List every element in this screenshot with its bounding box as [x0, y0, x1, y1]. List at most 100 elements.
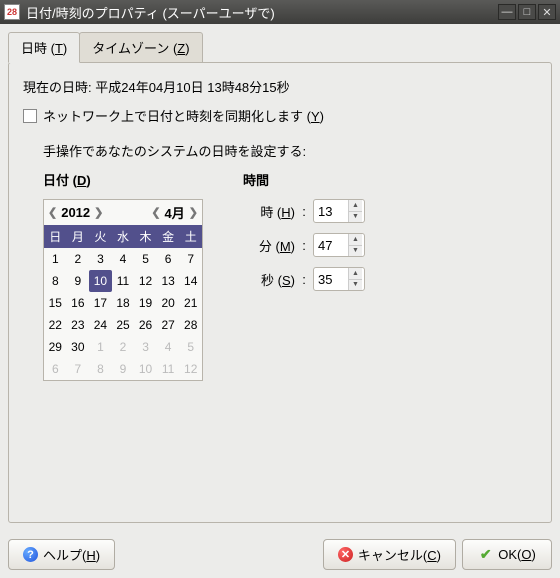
next-month-button[interactable]: ❯ — [187, 206, 200, 219]
date-heading: 日付 (D) — [43, 170, 203, 189]
calendar-day[interactable]: 16 — [67, 292, 90, 314]
weekday-header: 木 — [134, 225, 157, 248]
help-button-label: ヘルプ(H) — [43, 545, 100, 564]
calendar-day[interactable]: 18 — [112, 292, 135, 314]
calendar-day[interactable]: 17 — [89, 292, 112, 314]
calendar-day[interactable]: 26 — [134, 314, 157, 336]
minute-up-button[interactable]: ▲ — [349, 234, 362, 246]
calendar-day[interactable]: 8 — [44, 270, 67, 292]
hour-down-button[interactable]: ▼ — [349, 212, 362, 223]
tab-bar: 日時 (T) タイムゾーン (Z) — [8, 32, 552, 63]
current-datetime-label: 現在の日時: — [23, 80, 92, 95]
cancel-button[interactable]: ✕ キャンセル(C) — [323, 539, 456, 570]
weekday-header: 土 — [179, 225, 202, 248]
minute-down-button[interactable]: ▼ — [349, 246, 362, 257]
ok-button[interactable]: ✔ OK(O) — [462, 539, 552, 570]
second-down-button[interactable]: ▼ — [349, 280, 362, 291]
calendar-day[interactable]: 22 — [44, 314, 67, 336]
second-up-button[interactable]: ▲ — [349, 268, 362, 280]
colon: : — [299, 272, 309, 287]
calendar-day[interactable]: 13 — [157, 270, 180, 292]
calendar-day[interactable]: 5 — [134, 248, 157, 270]
calendar-day[interactable]: 5 — [179, 336, 202, 358]
calendar-day[interactable]: 20 — [157, 292, 180, 314]
close-button[interactable]: ✕ — [538, 4, 556, 20]
prev-year-button[interactable]: ❮ — [46, 206, 59, 219]
colon: : — [299, 204, 309, 219]
second-label: 秒 (S) — [243, 270, 295, 289]
prev-month-button[interactable]: ❮ — [149, 206, 162, 219]
calendar-day[interactable]: 30 — [67, 336, 90, 358]
calendar-day[interactable]: 8 — [89, 358, 112, 380]
current-datetime-value: 平成24年04月10日 13時48分15秒 — [95, 80, 289, 95]
tab-datetime-label: 日時 (T) — [21, 41, 67, 56]
minimize-button[interactable]: — — [498, 4, 516, 20]
sync-checkbox[interactable] — [23, 109, 37, 123]
calendar-day[interactable]: 10 — [134, 358, 157, 380]
tab-timezone[interactable]: タイムゾーン (Z) — [79, 32, 202, 63]
calendar-day[interactable]: 12 — [134, 270, 157, 292]
weekday-header: 日 — [44, 225, 67, 248]
calendar-day[interactable]: 2 — [67, 248, 90, 270]
calendar-day[interactable]: 9 — [67, 270, 90, 292]
datetime-columns: 日付 (D) ❮ 2012 ❯ ❮ 4月 — [43, 170, 537, 381]
help-button[interactable]: ? ヘルプ(H) — [8, 539, 115, 570]
sync-label: ネットワーク上で日付と時刻を同期化します (Y) — [43, 106, 324, 125]
calendar-day[interactable]: 23 — [67, 314, 90, 336]
second-spinbox[interactable]: ▲ ▼ — [313, 267, 365, 291]
hour-input[interactable] — [314, 200, 348, 222]
tab-panel: 現在の日時: 平成24年04月10日 13時48分15秒 ネットワーク上で日付と… — [8, 62, 552, 523]
current-datetime-row: 現在の日時: 平成24年04月10日 13時48分15秒 — [23, 77, 537, 96]
calendar-day[interactable]: 6 — [157, 248, 180, 270]
calendar-day[interactable]: 6 — [44, 358, 67, 380]
calendar-day[interactable]: 7 — [179, 248, 202, 270]
calendar-day[interactable]: 1 — [44, 248, 67, 270]
second-row: 秒 (S) : ▲ ▼ — [243, 267, 365, 291]
hour-up-button[interactable]: ▲ — [349, 200, 362, 212]
calendar-month: 4月 — [165, 203, 185, 222]
minute-spinbox[interactable]: ▲ ▼ — [313, 233, 365, 257]
calendar-day[interactable]: 3 — [134, 336, 157, 358]
second-input[interactable] — [314, 268, 348, 290]
calendar-day[interactable]: 2 — [112, 336, 135, 358]
calendar-day[interactable]: 4 — [112, 248, 135, 270]
calendar-day[interactable]: 9 — [112, 358, 135, 380]
manual-label: 手操作であなたのシステムの日時を設定する: — [43, 141, 537, 160]
tab-datetime[interactable]: 日時 (T) — [8, 32, 80, 63]
calendar: ❮ 2012 ❯ ❮ 4月 ❯ 日月火水木金土1234567 — [43, 199, 203, 381]
calendar-day[interactable]: 25 — [112, 314, 135, 336]
calendar-day[interactable]: 10 — [89, 270, 112, 292]
hour-spinbox[interactable]: ▲ ▼ — [313, 199, 365, 223]
calendar-day[interactable]: 1 — [89, 336, 112, 358]
calendar-day[interactable]: 14 — [179, 270, 202, 292]
calendar-day[interactable]: 11 — [157, 358, 180, 380]
calendar-day[interactable]: 29 — [44, 336, 67, 358]
calendar-day[interactable]: 15 — [44, 292, 67, 314]
window: 28 日付/時刻のプロパティ (スーパーユーザで) — □ ✕ 日時 (T) タ… — [0, 0, 560, 578]
next-year-button[interactable]: ❯ — [92, 206, 105, 219]
calendar-day[interactable]: 27 — [157, 314, 180, 336]
calendar-day[interactable]: 4 — [157, 336, 180, 358]
calendar-year: 2012 — [61, 205, 90, 220]
minute-label: 分 (M) — [243, 236, 295, 255]
titlebar: 28 日付/時刻のプロパティ (スーパーユーザで) — □ ✕ — [0, 0, 560, 24]
calendar-day[interactable]: 28 — [179, 314, 202, 336]
maximize-button[interactable]: □ — [518, 4, 536, 20]
calendar-day[interactable]: 11 — [112, 270, 135, 292]
hour-label: 時 (H) — [243, 202, 295, 221]
calendar-day[interactable]: 12 — [179, 358, 202, 380]
calendar-day[interactable]: 7 — [67, 358, 90, 380]
calendar-grid: 日月火水木金土123456789101112131415161718192021… — [44, 225, 202, 380]
time-column: 時間 時 (H) : ▲ ▼ — [243, 170, 365, 381]
calendar-day[interactable]: 3 — [89, 248, 112, 270]
cancel-button-label: キャンセル(C) — [358, 545, 441, 564]
help-icon: ? — [23, 547, 38, 562]
minute-input[interactable] — [314, 234, 348, 256]
cancel-icon: ✕ — [338, 547, 353, 562]
calendar-day[interactable]: 21 — [179, 292, 202, 314]
app-icon: 28 — [4, 4, 20, 20]
calendar-day[interactable]: 19 — [134, 292, 157, 314]
ok-icon: ✔ — [478, 547, 493, 562]
date-column: 日付 (D) ❮ 2012 ❯ ❮ 4月 — [43, 170, 203, 381]
calendar-day[interactable]: 24 — [89, 314, 112, 336]
